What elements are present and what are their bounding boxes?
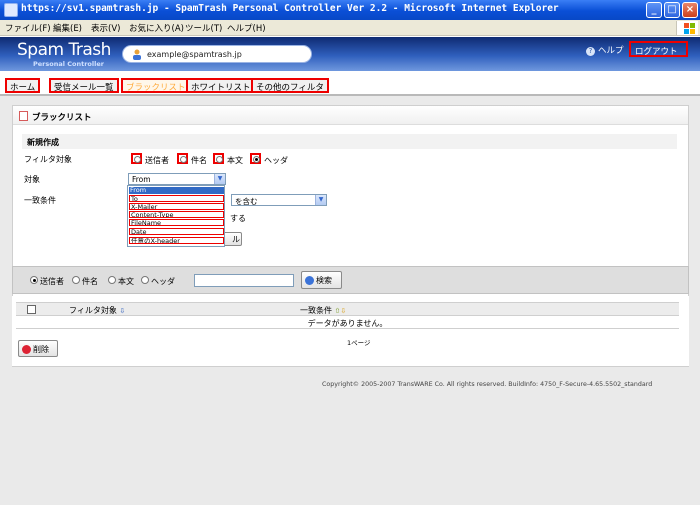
select-all-checkbox[interactable] (27, 305, 36, 314)
help-link[interactable]: ? ヘルプ (586, 44, 624, 56)
target-select-value: From (132, 175, 151, 184)
copyright: Copyright© 2005-2007 TransWARE Co. All r… (322, 381, 653, 388)
logout-button[interactable]: ログアウト (629, 41, 688, 57)
menu-view[interactable]: 表示(V) (91, 22, 120, 34)
tab-inbox[interactable]: 受信メール一覧 (49, 78, 119, 93)
blacklist-table: フィルタ対象 ⇩ 一致条件 ⇧⇩ データがありません。 削除 1ページ (12, 296, 689, 366)
panel-header: ブラックリスト (13, 106, 688, 125)
filter-option-body: 本文 (227, 156, 243, 165)
search-icon (305, 276, 314, 285)
search-radio-header[interactable] (141, 276, 149, 284)
empty-message: データがありません。 (16, 316, 679, 329)
tab-bar: ホーム 受信メール一覧 ブラックリスト ホワイトリスト その他のフィルタ (0, 71, 700, 96)
chevron-down-icon: ▼ (214, 174, 225, 184)
search-option-body: 本文 (118, 277, 134, 286)
dropdown-option[interactable]: FileName (129, 219, 224, 226)
tab-other-filters[interactable]: その他のフィルタ (251, 78, 329, 93)
windows-logo-icon (676, 21, 698, 35)
user-email-badge: example@spamtrash.jp (122, 45, 312, 63)
new-section-header: 新規作成 (22, 134, 677, 149)
match-select-value: を含む (235, 197, 258, 206)
delete-icon (22, 345, 31, 354)
target-dropdown-list: From To X-Mailer Content-Type FileName D… (127, 185, 225, 247)
menu-bar: ファイル(F) 編集(E) 表示(V) お気に入り(A) ツール(T) ヘルプ(… (0, 20, 700, 36)
menu-edit[interactable]: 編集(E) (53, 22, 82, 34)
help-icon: ? (586, 47, 595, 56)
search-radio-subject[interactable] (72, 276, 80, 284)
close-button[interactable]: × (682, 2, 698, 18)
column-match-condition[interactable]: 一致条件 ⇧⇩ (300, 305, 346, 316)
search-option-sender: 送信者 (40, 277, 64, 286)
filter-target-label: フィルタ対象 (24, 155, 72, 164)
search-option-subject: 件名 (82, 277, 98, 286)
filter-radio-body[interactable] (213, 153, 224, 164)
option-text-partial: する (230, 214, 246, 223)
window-title: https://sv1.spamtrash.jp - SpamTrash Per… (21, 3, 559, 14)
filter-radio-sender[interactable] (131, 153, 142, 164)
search-bar: 送信者 件名 本文 ヘッダ 検索 (12, 266, 689, 294)
maximize-button[interactable]: □ (664, 2, 680, 18)
sort-down-icon: ⇩ (119, 307, 126, 315)
filter-radio-subject[interactable] (177, 153, 188, 164)
match-label: 一致条件 (24, 196, 56, 205)
search-radio-sender[interactable] (30, 276, 38, 284)
search-input[interactable] (194, 274, 294, 287)
app-logo: Spam Trash (17, 40, 111, 60)
document-icon (19, 111, 28, 121)
column-filter-target[interactable]: フィルタ対象 ⇩ (69, 305, 125, 316)
search-radio-body[interactable] (108, 276, 116, 284)
filter-option-header: ヘッダ (264, 156, 288, 165)
menu-favorites[interactable]: お気に入り(A) (129, 22, 184, 34)
table-header: フィルタ対象 ⇩ 一致条件 ⇧⇩ (16, 302, 679, 316)
panel-title: ブラックリスト (32, 113, 92, 123)
logout-label: ログアウト (635, 47, 678, 57)
dropdown-option[interactable]: From (129, 187, 224, 194)
chevron-down-icon: ▼ (315, 195, 326, 205)
dropdown-option[interactable]: Date (129, 228, 224, 235)
match-select[interactable]: を含む ▼ (231, 194, 327, 206)
minimize-button[interactable]: _ (646, 2, 662, 18)
app-header: Spam Trash Personal Controller example@s… (0, 37, 700, 71)
filter-radio-header[interactable] (250, 153, 261, 164)
app-logo-subtitle: Personal Controller (33, 60, 104, 68)
delete-button[interactable]: 削除 (18, 340, 58, 357)
filter-option-sender: 送信者 (145, 156, 169, 165)
menu-file[interactable]: ファイル(F) (5, 22, 51, 34)
tab-whitelist[interactable]: ホワイトリスト (186, 78, 256, 93)
search-button[interactable]: 検索 (301, 271, 342, 289)
target-select[interactable]: From ▼ (128, 173, 226, 185)
cancel-button-label: ル (232, 235, 240, 244)
dropdown-option[interactable]: 任意のX-header (129, 237, 224, 244)
menu-help[interactable]: ヘルプ(H) (227, 22, 266, 34)
sort-down-icon: ⇩ (340, 307, 347, 315)
dropdown-option[interactable]: X-Mailer (129, 203, 224, 210)
dropdown-option[interactable]: To (129, 195, 224, 202)
target-label: 対象 (24, 175, 40, 184)
delete-button-label: 削除 (33, 345, 49, 354)
page-info: 1ページ (347, 339, 371, 347)
tab-home[interactable]: ホーム (5, 78, 41, 93)
filter-option-subject: 件名 (191, 156, 207, 165)
browser-icon (4, 3, 18, 17)
user-email: example@spamtrash.jp (147, 50, 242, 59)
content-area: ブラックリスト 新規作成 フィルタ対象 送信者 件名 本文 ヘッダ 対象 Fro… (0, 96, 700, 505)
dropdown-option[interactable]: Content-Type (129, 211, 224, 218)
menu-tools[interactable]: ツール(T) (185, 22, 222, 34)
window-title-bar: https://sv1.spamtrash.jp - SpamTrash Per… (0, 0, 700, 20)
search-button-label: 検索 (316, 276, 332, 285)
tab-blacklist[interactable]: ブラックリスト (121, 78, 191, 93)
new-section-title: 新規作成 (27, 138, 59, 147)
search-option-header: ヘッダ (151, 277, 175, 286)
user-icon (133, 49, 141, 60)
